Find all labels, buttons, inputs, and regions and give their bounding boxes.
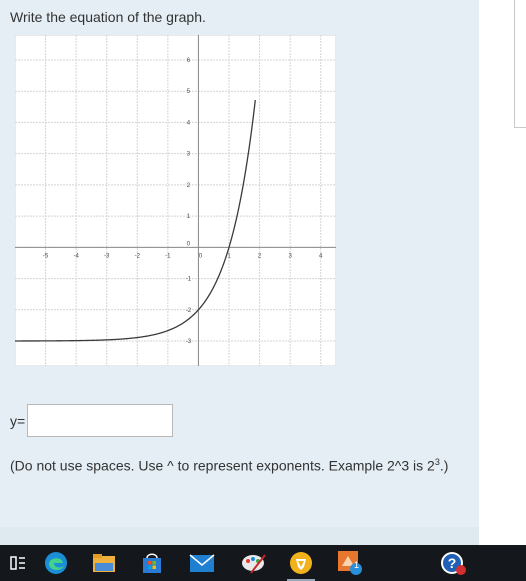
hint-text: (Do not use spaces. Use ^ to represent e… <box>10 452 465 476</box>
question-text: Write the equation of the graph. <box>10 9 206 25</box>
x-tick-label: -1 <box>165 253 171 259</box>
y-tick-label: -3 <box>186 339 192 345</box>
file-explorer-button[interactable] <box>84 545 124 581</box>
task-view-icon <box>10 556 25 570</box>
hint-body: (Do not use spaces. Use ^ to represent e… <box>10 457 428 474</box>
question-panel: Write the equation of the graph. -5 -4 -3 -… <box>0 0 479 527</box>
graph-canvas: -5 -4 -3 -2 -1 0 1 2 3 4-3-2-11234560 <box>15 35 336 366</box>
answer-row: y= <box>10 404 174 437</box>
help-icon: ? <box>441 552 466 575</box>
norton-vpn-icon <box>290 552 312 574</box>
graph-background <box>15 35 336 366</box>
task-view-button[interactable] <box>0 545 38 581</box>
file-explorer-icon <box>93 554 115 572</box>
mail-icon <box>189 554 215 572</box>
notification-badge: 1 <box>354 560 360 570</box>
notification-app-icon <box>338 551 362 575</box>
paint-app-icon <box>242 554 266 574</box>
hint-close: .) <box>439 457 449 474</box>
svg-text:?: ? <box>448 555 457 571</box>
x-tick-label: -4 <box>73 253 79 259</box>
x-tick-label: -2 <box>135 253 141 259</box>
edge-browser-button[interactable] <box>36 545 76 581</box>
y-tick-label: -1 <box>186 277 192 283</box>
x-tick-label: -5 <box>43 253 49 259</box>
answer-label: y= <box>10 412 26 429</box>
side-card <box>514 0 526 128</box>
edge-browser-icon <box>45 552 67 574</box>
hint-example-base: 2 <box>427 457 435 474</box>
microsoft-store-icon <box>143 553 161 573</box>
paint-app-button[interactable] <box>234 545 274 581</box>
x-tick-label: -3 <box>104 253 110 259</box>
taskbar: 1 ? <box>0 545 526 581</box>
mail-button[interactable] <box>182 545 222 581</box>
y-tick-label: -2 <box>186 308 192 314</box>
notification-app-button[interactable]: 1 <box>330 545 370 581</box>
graph: -5 -4 -3 -2 -1 0 1 2 3 4 -3 -2 -1 1 2 3 4 5 6 0 <box>15 35 336 366</box>
microsoft-store-button[interactable] <box>132 545 172 581</box>
answer-input[interactable] <box>27 404 174 437</box>
help-button[interactable]: ? <box>433 545 473 581</box>
norton-vpn-button[interactable] <box>281 545 321 581</box>
